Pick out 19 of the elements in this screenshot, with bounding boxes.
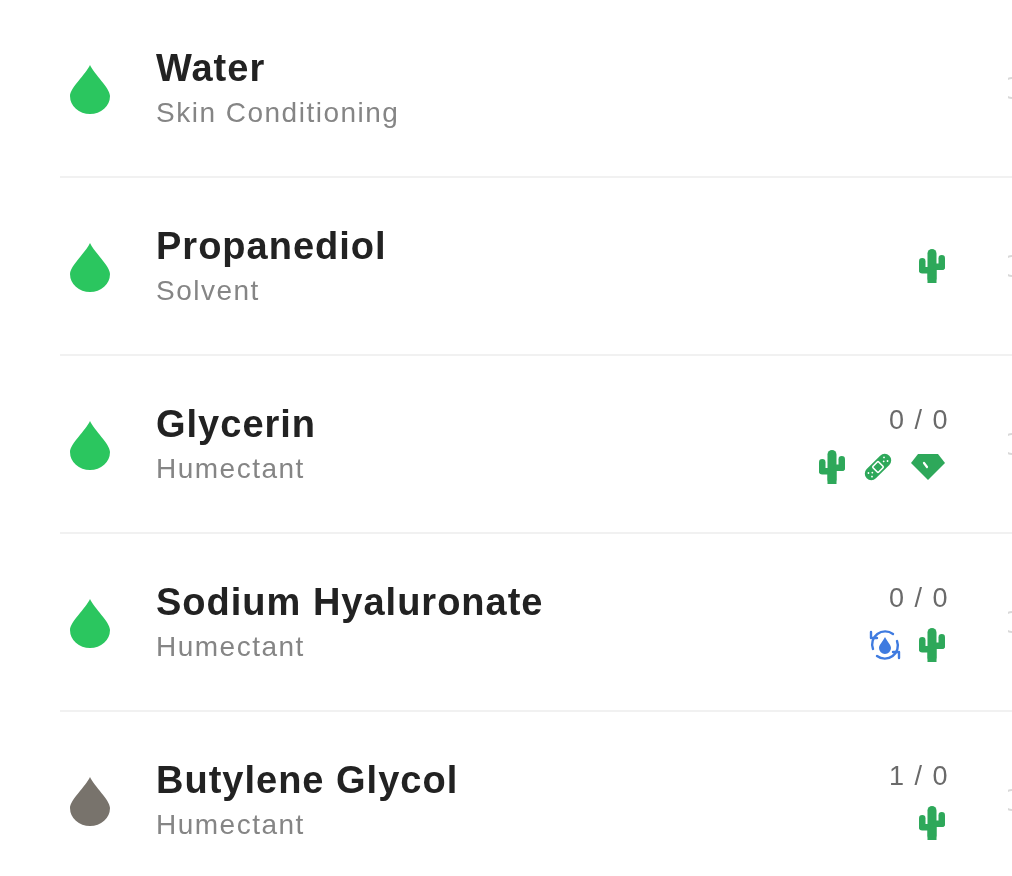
ingredient-function: Humectant: [156, 630, 306, 664]
ingredient-name: Water: [156, 46, 267, 90]
gem-icon: [910, 453, 946, 481]
count-ratio: 1 / 0: [888, 760, 949, 792]
ingredient-function: Humectant: [156, 808, 306, 842]
cactus-icon: [918, 249, 946, 283]
count-ratio: 0 / 0: [888, 404, 949, 436]
cactus-icon: [918, 628, 946, 662]
ingredient-name: Butylene Glycol: [156, 758, 459, 802]
ingredient-name: Glycerin: [156, 402, 317, 446]
ingredient-function: Solvent: [156, 274, 261, 308]
water-cycle-icon: [868, 628, 902, 662]
ingredient-function: Skin Conditioning: [156, 96, 400, 130]
ingredient-name: Sodium Hyaluronate: [156, 580, 544, 624]
count-ratio: 0 / 0: [888, 582, 949, 614]
cactus-icon: [918, 806, 946, 840]
ingredient-name: Propanediol: [156, 224, 387, 268]
cactus-icon: [818, 450, 846, 484]
ingredient-function: Humectant: [156, 452, 306, 486]
